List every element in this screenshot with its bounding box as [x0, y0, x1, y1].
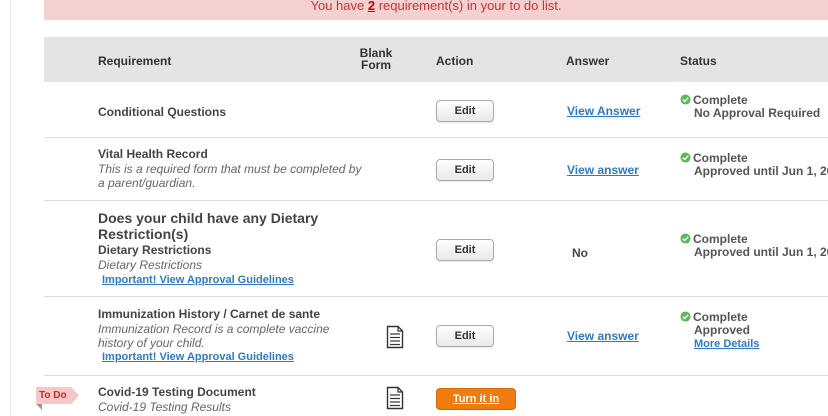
table-header: Requirement Blank Form Action Answer Sta… [44, 37, 828, 82]
requirement-title: Conditional Questions [98, 105, 226, 119]
column-blank-form: Blank Form [359, 46, 393, 72]
check-circle-icon [680, 152, 691, 163]
status-detail: Approved [694, 323, 751, 337]
banner-text-prefix: You have [310, 0, 368, 13]
status-detail: Approved until Jun 1, 20 [694, 164, 828, 178]
column-action: Action [436, 54, 474, 68]
status-cell: Complete Approved More Details [680, 311, 759, 351]
status-text: Complete [693, 232, 748, 246]
status-cell: Complete Approved until Jun 1, 20 [680, 152, 828, 178]
status-detail: Approved until Jun 1, 20 [694, 245, 828, 259]
requirement-title: Vital Health Record [98, 147, 208, 161]
table-row: Immunization History / Carnet de sante I… [44, 297, 828, 376]
requirement-title: Immunization History / Carnet de sante [98, 307, 321, 321]
requirement-title: Does your child have any Dietary Restric… [98, 210, 319, 242]
todo-banner: You have 2 requirement(s) in your to do … [44, 0, 828, 20]
status-text: Complete [693, 151, 748, 165]
turn-it-in-button[interactable]: Turn it in [436, 388, 516, 410]
table-row: Vital Health Record This is a required f… [44, 138, 828, 201]
view-answer-link[interactable]: View answer [567, 329, 639, 343]
edit-button[interactable]: Edit [436, 100, 494, 122]
blank-form-icon[interactable] [386, 386, 404, 410]
left-rail [0, 0, 11, 416]
table-row: Does your child have any Dietary Restric… [44, 201, 828, 297]
view-answer-link[interactable]: View answer [567, 163, 639, 177]
requirement-description: Immunization Record is a complete vaccin… [98, 322, 330, 350]
check-circle-icon [680, 233, 691, 244]
todo-badge: To Do [36, 387, 79, 404]
edit-button[interactable]: Edit [436, 159, 494, 181]
status-cell: Complete No Approval Required [680, 94, 820, 120]
view-answer-link[interactable]: View Answer [567, 104, 640, 118]
column-answer: Answer [566, 54, 610, 68]
requirement-title: Covid-19 Testing Document [98, 385, 256, 399]
approval-guidelines-link[interactable]: Important! View Approval Guidelines [102, 351, 294, 363]
edit-button[interactable]: Edit [436, 325, 494, 347]
answer-value: No [572, 246, 588, 260]
check-circle-icon [680, 311, 691, 322]
banner-count: 2 [367, 0, 376, 13]
table-row: Covid-19 Testing Document Covid-19 Testi… [44, 376, 828, 416]
requirement-description: Covid-19 Testing Results [98, 400, 231, 414]
status-cell: Complete Approved until Jun 1, 20 [680, 233, 828, 259]
todo-badge-fold [36, 404, 42, 410]
requirement-description: Dietary Restrictions [98, 258, 203, 272]
table-row: Conditional Questions Edit View Answer C… [44, 82, 828, 138]
more-details-link[interactable]: More Details [694, 338, 759, 350]
column-status: Status [680, 54, 717, 68]
banner-text-suffix: requirement(s) in your to do list. [375, 0, 562, 13]
requirement-description: This is a required form that must be com… [98, 162, 362, 190]
status-detail: No Approval Required [694, 106, 821, 120]
blank-form-icon[interactable] [386, 325, 404, 349]
edit-button[interactable]: Edit [436, 239, 494, 261]
requirement-subtitle: Dietary Restrictions [98, 243, 212, 257]
status-text: Complete [693, 93, 748, 107]
approval-guidelines-link[interactable]: Important! View Approval Guidelines [102, 274, 294, 286]
column-requirement: Requirement [98, 54, 172, 68]
status-text: Complete [693, 310, 748, 324]
check-circle-icon [680, 94, 691, 105]
requirements-panel: You have 2 requirement(s) in your to do … [44, 0, 828, 416]
